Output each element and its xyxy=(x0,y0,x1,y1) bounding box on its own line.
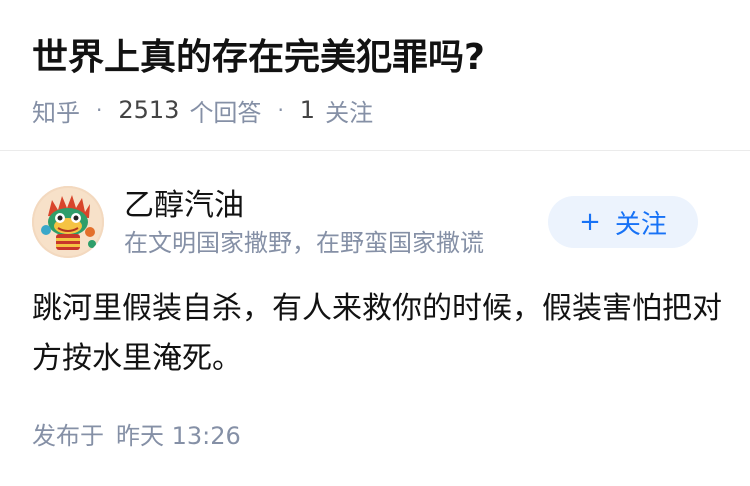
plus-icon: + xyxy=(579,207,601,237)
question-header: 世界上真的存在完美犯罪吗? 知乎 · 2513 个回答 · 1 关注 xyxy=(0,0,750,150)
follow-count: 1 xyxy=(299,96,316,124)
follow-button-label: 关注 xyxy=(614,209,667,240)
dragon-dance-avatar-icon xyxy=(32,186,104,258)
question-meta: 知乎 · 2513 个回答 · 1 关注 xyxy=(32,92,373,128)
follow-author-button[interactable]: + 关注 xyxy=(548,196,698,248)
answer-count-label[interactable]: 个回答 xyxy=(189,93,261,128)
divider xyxy=(0,150,750,151)
author-avatar[interactable] xyxy=(32,186,104,258)
publish-info: 发布于 昨天 13:26 xyxy=(32,418,241,454)
answer-content[interactable]: 跳河里假装自杀，有人来救你的时候，假装害怕把对方按水里淹死。 xyxy=(32,284,722,384)
question-title[interactable]: 世界上真的存在完美犯罪吗? xyxy=(32,30,485,86)
separator-dot: · xyxy=(96,98,103,122)
author-bio: 在文明国家撒野，在野蛮国家撒谎 xyxy=(124,229,484,257)
publish-label: 发布于 xyxy=(32,422,104,450)
author-name[interactable]: 乙醇汽油 xyxy=(124,186,244,226)
publish-time: 昨天 13:26 xyxy=(116,422,241,450)
source-label[interactable]: 知乎 xyxy=(32,93,80,128)
follow-count-label: 关注 xyxy=(325,98,374,127)
answer-count: 2513 xyxy=(118,96,180,124)
separator-dot: · xyxy=(277,98,284,122)
